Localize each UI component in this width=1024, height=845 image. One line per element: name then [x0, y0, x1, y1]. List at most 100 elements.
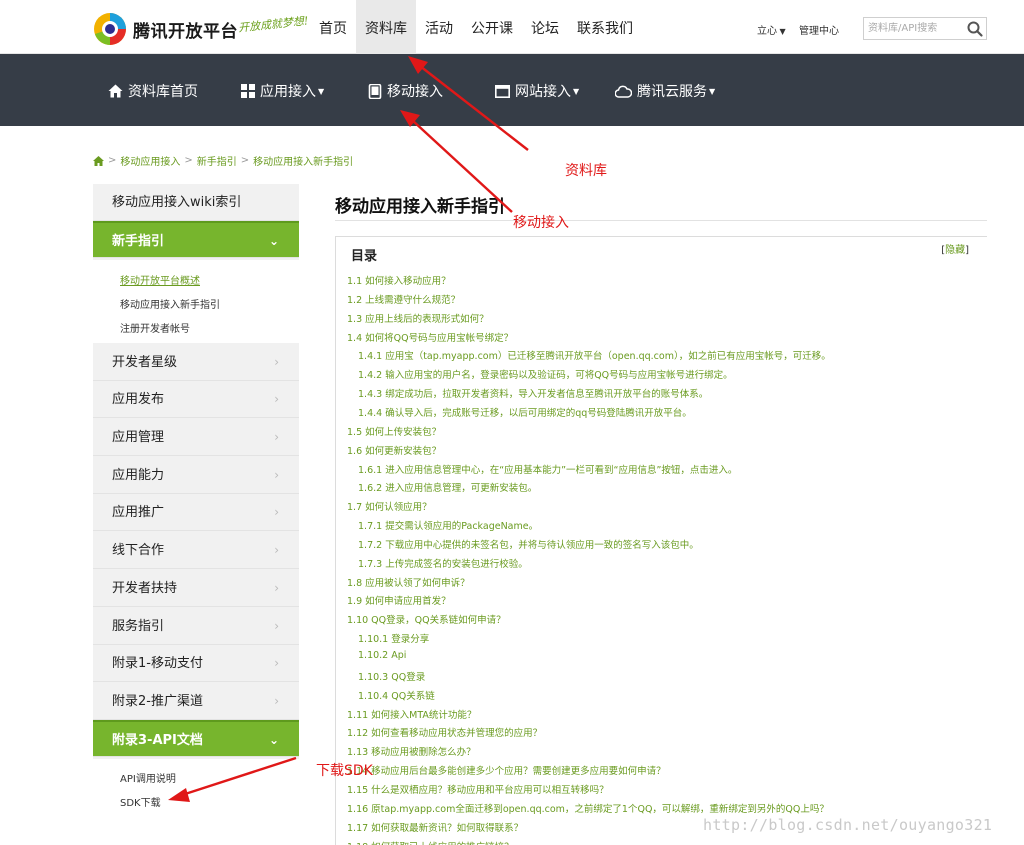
toc-item[interactable]: 1.10.4 QQ关系链 — [358, 688, 435, 702]
toc-item[interactable]: 1.6.1 进入应用信息管理中心，在“应用基本能力”一栏可看到“应用信息”按钮，… — [358, 462, 737, 476]
submenu-item[interactable]: 移动应用接入新手指引 — [120, 296, 220, 311]
toc-item[interactable]: 1.1 如何接入移动应用？ — [347, 273, 451, 287]
submenu-item-api-usage[interactable]: API调用说明 — [120, 770, 176, 785]
sidebar-item-label: 新手指引 — [112, 234, 165, 249]
toc-item[interactable]: 1.9 如何申请应用首发？ — [347, 593, 451, 607]
toc-item[interactable]: 1.4 如何将QQ号码与应用宝帐号绑定？ — [347, 330, 513, 344]
toc-item[interactable]: 1.2 上线需遵守什么规范？ — [347, 292, 460, 306]
sidebar-item-developer-support[interactable]: 开发者扶持 › — [93, 570, 299, 607]
subnav-library-home[interactable]: 资料库首页 — [108, 81, 198, 101]
home-icon[interactable] — [93, 155, 104, 166]
submenu-item-sdk-download[interactable]: SDK下载 — [120, 794, 161, 809]
search-icon[interactable] — [966, 20, 984, 38]
toc-item[interactable]: 1.18 如何获取已上线应用的推广链接？ — [347, 839, 514, 845]
sidebar-item-developer-rating[interactable]: 开发者星级 › — [93, 344, 299, 381]
breadcrumb-separator: > — [184, 155, 193, 166]
search-box — [863, 17, 987, 40]
toc-item[interactable]: 1.4.4 确认导入后，完成账号迁移，以后可用绑定的qq号码登陆腾讯开放平台。 — [358, 405, 692, 419]
toc-item[interactable]: 1.17 如何获取最新资讯？如何取得联系？ — [347, 820, 523, 834]
caret-down-icon: ▼ — [709, 86, 716, 96]
title-divider — [335, 220, 987, 221]
subnav-label: 应用接入 — [260, 84, 316, 100]
home-icon — [108, 84, 123, 98]
subnav-app-access[interactable]: 应用接入 ▼ — [241, 81, 324, 101]
toc-item[interactable]: 1.3 应用上线后的表现形式如何？ — [347, 311, 489, 325]
top-nav: 首页 资料库 活动 公开课 论坛 联系我们 — [310, 0, 642, 54]
manage-center-link[interactable]: 管理中心 — [799, 22, 839, 37]
sidebar-item-guide[interactable]: 新手指引 ⌄ — [93, 221, 299, 258]
sidebar-item-label: 应用管理 — [112, 430, 165, 445]
toc-hide-toggle[interactable]: [隐藏] — [941, 241, 969, 256]
watermark: http://blog.csdn.net/ouyango321 — [703, 816, 993, 834]
subnav-label: 移动接入 — [387, 84, 443, 100]
grid-icon — [241, 84, 255, 98]
toc-item[interactable]: 1.11 如何接入MTA统计功能？ — [347, 707, 476, 721]
chevron-right-icon: › — [274, 581, 279, 595]
site-title[interactable]: 腾讯开放平台 — [133, 17, 238, 42]
nav-home[interactable]: 首页 — [310, 0, 356, 54]
submenu-item[interactable]: 注册开发者帐号 — [120, 320, 190, 335]
caret-down-icon: ▼ — [573, 86, 580, 96]
toc-item[interactable]: 1.10.2 Api — [358, 650, 406, 661]
sidebar-item-app-publish[interactable]: 应用发布 › — [93, 381, 299, 418]
breadcrumb-separator: > — [240, 155, 250, 166]
toc-item[interactable]: 1.10 QQ登录，QQ关系链如何申请？ — [347, 612, 506, 626]
breadcrumb-link[interactable]: 新手指引 — [197, 153, 237, 168]
chevron-right-icon: › — [274, 619, 279, 633]
guide-submenu: 移动开放平台概述 移动应用接入新手指引 注册开发者帐号 — [93, 260, 299, 343]
toc-item[interactable]: 1.4.1 应用宝（tap.myapp.com）已迁移至腾讯开放平台（open.… — [358, 348, 831, 362]
toc-item[interactable]: 1.8 应用被认领了如何申诉？ — [347, 575, 470, 589]
toc-item[interactable]: 1.6 如何更新安装包？ — [347, 443, 441, 457]
sidebar-item-appendix-channels[interactable]: 附录2-推广渠道 › — [93, 683, 299, 720]
sidebar-item-appendix-payment[interactable]: 附录1-移动支付 › — [93, 645, 299, 682]
sidebar-item-offline[interactable]: 线下合作 › — [93, 532, 299, 569]
caret-down-icon: ▼ — [777, 27, 786, 36]
top-header: 腾讯开放平台 开放成就梦想! 首页 资料库 活动 公开课 论坛 联系我们 立心 … — [0, 0, 1024, 54]
breadcrumb-current[interactable]: 移动应用接入新手指引 — [253, 153, 353, 168]
sidebar-item-label: 应用能力 — [112, 468, 165, 483]
toc-item[interactable]: 1.4.2 输入应用宝的用户名，登录密码以及验证码，可将QQ号码与应用宝帐号进行… — [358, 367, 733, 381]
toc-item[interactable]: 1.4.3 绑定成功后，拉取开发者资料，导入开发者信息至腾讯开放平台的账号体系。 — [358, 386, 708, 400]
toc-item[interactable]: 1.13 移动应用被删除怎么办？ — [347, 744, 476, 758]
sidebar-item-service-guide[interactable]: 服务指引 › — [93, 608, 299, 645]
sidebar-item-appendix-api[interactable]: 附录3-API文档 ⌄ — [93, 720, 299, 757]
sidebar-item-wiki-index[interactable]: 移动应用接入wiki索引 — [93, 184, 299, 221]
toc-item[interactable]: 1.7.2 下载应用中心提供的未签名包，并将与待认领应用一致的签名写入该包中。 — [358, 537, 699, 551]
toc-item[interactable]: 1.12 如何查看移动应用状态并管理您的应用？ — [347, 725, 542, 739]
toc-item[interactable]: 1.7.1 提交需认领应用的PackageName。 — [358, 518, 538, 532]
nav-contact[interactable]: 联系我们 — [568, 0, 642, 54]
tencent-open-logo[interactable] — [93, 10, 127, 46]
nav-forum[interactable]: 论坛 — [522, 0, 568, 54]
toc-item[interactable]: 1.6.2 进入应用信息管理，可更新安装包。 — [358, 480, 537, 494]
toc-item[interactable]: 1.16 原tap.myapp.com全面迁移到open.qq.com，之前绑定… — [347, 801, 829, 815]
submenu-item[interactable]: 移动开放平台概述 — [120, 272, 200, 287]
browser-icon — [495, 84, 510, 98]
toc-item[interactable]: 1.10.1 登录分享 — [358, 631, 429, 645]
sidebar-item-app-manage[interactable]: 应用管理 › — [93, 419, 299, 456]
toc-hide-link[interactable]: 隐藏 — [945, 245, 965, 256]
sidebar-item-label: 附录3-API文档 — [112, 733, 203, 748]
sidebar-item-label: 线下合作 — [112, 543, 165, 558]
search-input[interactable] — [864, 18, 964, 39]
nav-events[interactable]: 活动 — [416, 0, 462, 54]
toc-item[interactable]: 1.7 如何认领应用？ — [347, 499, 432, 513]
chevron-right-icon: › — [274, 543, 279, 557]
nav-open-class[interactable]: 公开课 — [462, 0, 522, 54]
subnav-tencent-cloud[interactable]: 腾讯云服务 ▼ — [615, 81, 715, 101]
subnav-website-access[interactable]: 网站接入 ▼ — [495, 81, 579, 101]
toc-item[interactable]: 1.10.3 QQ登录 — [358, 669, 425, 683]
nav-library[interactable]: 资料库 — [356, 0, 416, 54]
toc-item[interactable]: 1.15 什么是双栖应用？移动应用和平台应用可以相互转移吗？ — [347, 782, 609, 796]
sidebar-item-app-promotion[interactable]: 应用推广 › — [93, 494, 299, 531]
sidebar-item-app-capability[interactable]: 应用能力 › — [93, 457, 299, 494]
chevron-down-icon: ⌄ — [268, 733, 279, 747]
toc-item[interactable]: 1.7.3 上传完成签名的安装包进行校验。 — [358, 556, 528, 570]
subnav-mobile-access[interactable]: 移动接入 — [368, 81, 443, 101]
toc-item[interactable]: 1.5 如何上传安装包？ — [347, 424, 441, 438]
annotation-mobile-access: 移动接入 — [513, 215, 569, 231]
user-menu[interactable]: 立心 ▼ — [757, 22, 786, 37]
toc-item[interactable]: 1.14 移动应用后台最多能创建多少个应用？需要创建更多应用要如何申请？ — [347, 763, 666, 777]
annotation-library: 资料库 — [565, 163, 607, 179]
table-of-contents: 目录 [隐藏] 1.1 如何接入移动应用？ 1.2 上线需遵守什么规范？ 1.3 应… — [335, 236, 987, 845]
breadcrumb-link[interactable]: 移动应用接入 — [120, 153, 180, 168]
